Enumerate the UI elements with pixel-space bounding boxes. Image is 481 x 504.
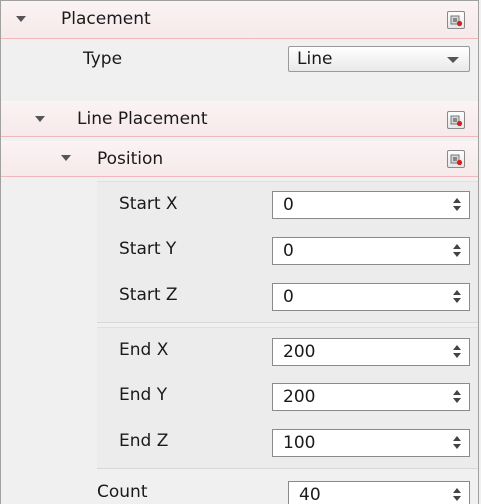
type-combobox[interactable]: Line xyxy=(288,46,470,72)
end-z-row: End Z 100 xyxy=(1,419,478,465)
end-y-row: End Y 200 xyxy=(1,373,478,419)
properties-icon[interactable] xyxy=(447,150,465,168)
end-x-spinbox[interactable]: 200 xyxy=(272,338,470,366)
spin-buttons[interactable] xyxy=(447,384,469,410)
count-row: Count 40 xyxy=(1,475,478,504)
start-y-row: Start Y 0 xyxy=(1,227,478,273)
field-label: End Y xyxy=(119,385,168,405)
count-spinbox[interactable]: 40 xyxy=(288,481,470,504)
field-label: Start Y xyxy=(119,239,177,259)
spin-buttons[interactable] xyxy=(447,430,469,456)
end-x-row: End X 200 xyxy=(1,327,478,373)
spin-down-icon[interactable] xyxy=(453,398,461,403)
placement-header[interactable]: Placement xyxy=(1,1,478,39)
spin-down-icon[interactable] xyxy=(453,252,461,257)
field-value: 0 xyxy=(283,287,294,307)
collapse-arrow-icon[interactable] xyxy=(61,155,71,161)
placement-title: Placement xyxy=(61,9,151,29)
spin-buttons[interactable] xyxy=(447,284,469,310)
end-z-spinbox[interactable]: 100 xyxy=(272,429,470,457)
spin-buttons[interactable] xyxy=(447,238,469,264)
position-title: Position xyxy=(97,149,164,169)
end-y-spinbox[interactable]: 200 xyxy=(272,383,470,411)
properties-icon[interactable] xyxy=(447,11,465,29)
start-y-spinbox[interactable]: 0 xyxy=(272,237,470,265)
field-value: 100 xyxy=(283,433,316,453)
field-value: 200 xyxy=(283,387,316,407)
line-placement-header[interactable]: Line Placement xyxy=(1,101,478,137)
count-label: Count xyxy=(97,482,148,502)
spin-buttons[interactable] xyxy=(447,339,469,365)
start-z-spinbox[interactable]: 0 xyxy=(272,283,470,311)
spin-up-icon[interactable] xyxy=(453,290,461,295)
type-value: Line xyxy=(297,49,333,69)
collapse-arrow-icon[interactable] xyxy=(35,116,45,122)
field-value: 0 xyxy=(283,195,294,215)
property-panel: Placement Type Line Line Placement Posit… xyxy=(0,0,479,504)
spin-buttons[interactable] xyxy=(447,482,469,504)
type-label: Type xyxy=(83,49,123,69)
type-row: Type Line xyxy=(1,39,478,79)
spin-up-icon[interactable] xyxy=(453,198,461,203)
spin-down-icon[interactable] xyxy=(453,298,461,303)
field-label: Start X xyxy=(119,194,178,214)
spin-up-icon[interactable] xyxy=(453,390,461,395)
spin-down-icon[interactable] xyxy=(453,206,461,211)
field-label: End Z xyxy=(119,431,169,451)
line-placement-title: Line Placement xyxy=(77,109,208,129)
spin-buttons[interactable] xyxy=(447,192,469,218)
properties-icon[interactable] xyxy=(447,111,465,129)
spin-down-icon[interactable] xyxy=(453,444,461,449)
spin-down-icon[interactable] xyxy=(453,496,461,501)
count-value: 40 xyxy=(299,485,321,504)
position-header[interactable]: Position xyxy=(1,141,478,177)
field-label: End X xyxy=(119,340,169,360)
spin-down-icon[interactable] xyxy=(453,353,461,358)
spin-up-icon[interactable] xyxy=(453,244,461,249)
start-x-spinbox[interactable]: 0 xyxy=(272,191,470,219)
collapse-arrow-icon[interactable] xyxy=(16,16,26,22)
start-z-row: Start Z 0 xyxy=(1,273,478,319)
field-value: 200 xyxy=(283,342,316,362)
spin-up-icon[interactable] xyxy=(453,488,461,493)
start-x-row: Start X 0 xyxy=(1,181,478,227)
spin-up-icon[interactable] xyxy=(453,345,461,350)
field-value: 0 xyxy=(283,241,294,261)
chevron-down-icon xyxy=(447,57,459,63)
spin-up-icon[interactable] xyxy=(453,436,461,441)
field-label: Start Z xyxy=(119,285,178,305)
